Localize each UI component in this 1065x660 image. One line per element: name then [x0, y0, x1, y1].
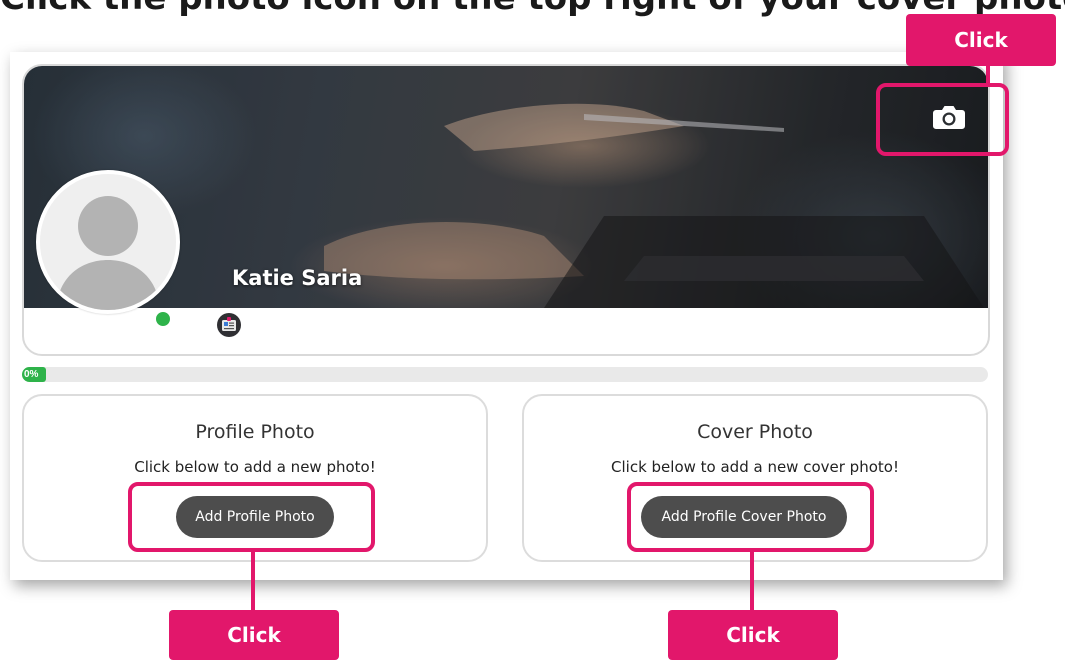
progress-label: 0% [24, 369, 39, 380]
callout-click-top: Click [906, 14, 1056, 66]
profile-name[interactable]: Katie Saria [232, 266, 362, 290]
callout-click-left: Click [169, 610, 339, 660]
highlight-camera-button [876, 83, 1009, 156]
profile-completion-progress: 0% [22, 367, 988, 382]
callout-connector-top [986, 64, 990, 85]
callout-connector-left [251, 550, 255, 612]
callout-click-right: Click [668, 610, 838, 660]
highlight-add-cover-photo [627, 482, 874, 552]
callout-connector-right [750, 550, 754, 612]
online-status-indicator [154, 310, 172, 328]
profile-photo-title: Profile Photo [195, 421, 315, 443]
id-badge-icon[interactable] [216, 312, 242, 338]
progress-fill: 0% [22, 367, 46, 382]
cover-photo-title: Cover Photo [697, 421, 813, 443]
default-avatar-icon [40, 174, 176, 310]
instruction-headline: Click the photo icon on the top right of… [0, 0, 1065, 18]
profile-avatar[interactable] [36, 170, 180, 314]
profile-photo-instructions: Click below to add a new photo! [134, 458, 376, 476]
cover-photo-instructions: Click below to add a new cover photo! [611, 458, 899, 476]
highlight-add-profile-photo [128, 482, 375, 552]
